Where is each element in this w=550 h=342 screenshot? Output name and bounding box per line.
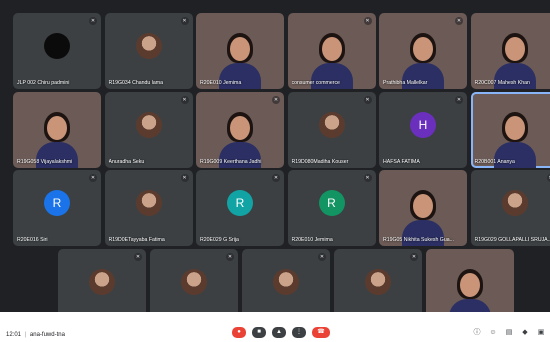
chat-icon: ▤ [505, 329, 513, 336]
participant-tile[interactable]: ✕ Anuradha Seku [104, 92, 193, 168]
mic-off-icon: ✕ [89, 17, 97, 25]
participant-tile[interactable]: R20B001 Ananya [470, 92, 550, 168]
meeting-time: 12:01 [6, 332, 22, 338]
participant-tile[interactable]: R19G058 Vijayalakshmi [13, 92, 101, 168]
mic-button[interactable]: ● [232, 327, 246, 338]
participant-tile[interactable]: R ✕ R20E010 Jemima [287, 170, 376, 246]
activities-icon: ◆ [522, 329, 528, 336]
participant-tile[interactable]: ✕ R19G029 GOLLAPALLI SRUJA... [470, 170, 550, 246]
participant-name: Anuradha Seku [108, 159, 145, 165]
participant-tile[interactable]: H ✕ HAFSA FATIMA [379, 92, 467, 168]
present-button[interactable]: ▲ [272, 327, 286, 338]
mic-off-icon: ✕ [410, 253, 418, 261]
mic-off-icon: ✕ [455, 17, 463, 25]
participant-photo [365, 269, 391, 296]
end-call-button[interactable]: ☎ [312, 327, 330, 338]
participant-tile[interactable]: R20E010 Jemima [196, 13, 284, 89]
mic-off-icon: ✕ [318, 253, 326, 261]
mic-off-icon: ✕ [272, 96, 280, 104]
mic-off-icon: ✕ [89, 174, 97, 182]
participant-photo [135, 112, 162, 139]
more-options-button[interactable]: ⋮ [292, 327, 306, 338]
participant-name: Prathibha Mallelkar [383, 80, 428, 86]
chat-button[interactable]: ▤ [504, 328, 514, 338]
participant-name: R19G029 GOLLAPALLI SRUJA... [474, 237, 550, 243]
participant-name: R19G034 Chandu lama [108, 80, 164, 86]
participant-name: R20B001 Ananya [474, 159, 515, 165]
participant-name: HAFSA FATIMA [383, 159, 420, 165]
participant-name: R20E029 G Srija [200, 237, 239, 243]
separator: | [24, 332, 27, 338]
meeting-info: 12:01 | ana-fuwd-tna [6, 332, 65, 338]
participant-name: consumer commerce [291, 80, 340, 86]
participant-photo [273, 269, 299, 296]
participant-tile[interactable]: ✕ R19D080Madiha Kouser [287, 92, 376, 168]
participant-tile[interactable]: R19G05 Nikhita Sukesh Gua... [379, 170, 467, 246]
participant-photo [135, 190, 162, 217]
mic-off-icon: ✕ [180, 174, 189, 182]
participant-avatar [44, 33, 70, 60]
participant-name: R20C007 Mahesh Khan [474, 80, 530, 86]
host-controls-button[interactable]: ▣ [536, 328, 546, 338]
camera-button[interactable]: ■ [252, 327, 266, 338]
participant-tile[interactable]: ✕ consumer commerce [287, 13, 376, 89]
participant-name: R19D080Madiha Kouser [291, 159, 349, 165]
end-call-icon: ☎ [317, 329, 325, 335]
participant-avatar: H [410, 112, 436, 139]
participant-tile[interactable]: ✕ R19G034 Chandu lama [104, 13, 193, 89]
activities-button[interactable]: ◆ [520, 328, 530, 338]
meeting-stage: ✕ JLP 002 Chiru padmini ✕ R19G034 Chandu la… [0, 0, 550, 342]
participant-tile[interactable]: R ✕ R20E029 G Srija [196, 170, 284, 246]
participant-name: R20E010 Jemima [200, 80, 242, 86]
mic-icon: ● [237, 329, 241, 335]
participant-name: R19G05 Nikhita Sukesh Gua... [383, 237, 454, 243]
meeting-code: ana-fuwd-tna [29, 332, 65, 338]
people-button[interactable]: ☺ [488, 328, 498, 338]
mic-off-icon: ✕ [180, 96, 189, 104]
participant-tile[interactable]: R20C007 Mahesh Khan [470, 13, 550, 89]
mic-off-icon: ✕ [180, 17, 189, 25]
more-icon: ⋮ [296, 329, 302, 335]
participant-name: R20E010 Jemima [291, 237, 333, 243]
present-icon: ▲ [276, 329, 282, 335]
bottom-toolbar: 12:01 | ana-fuwd-tna ● ■ ▲ ⋮ ☎ ⓘ ☺ ▤ ◆ ▣ [0, 312, 550, 342]
participant-tile[interactable]: ✕ JLP 002 Chiru padmini [13, 13, 101, 89]
participant-photo [135, 33, 162, 60]
mic-off-icon: ✕ [226, 253, 234, 261]
participant-tile[interactable]: ✕ R19G009 Keerthana Jadhi [196, 92, 284, 168]
mic-off-icon: ✕ [455, 96, 463, 104]
participant-tile[interactable]: R ✕ R20E016 Siri [13, 170, 101, 246]
mic-off-icon: ✕ [272, 174, 280, 182]
participant-name: R19G058 Vijayalakshmi [17, 159, 73, 165]
lock-icon: ▣ [537, 329, 545, 336]
participant-name: R19D0ETayyaba Fatima [108, 237, 165, 243]
participant-photo [181, 269, 207, 296]
mic-off-icon: ✕ [363, 96, 372, 104]
participant-avatar: R [44, 190, 70, 217]
mic-off-icon: ✕ [546, 174, 550, 182]
participant-name: JLP 002 Chiru padmini [17, 80, 70, 86]
camera-icon: ■ [257, 329, 261, 335]
participant-tile[interactable]: ✕ R19D0ETayyaba Fatima [104, 170, 193, 246]
info-icon: ⓘ [473, 329, 481, 336]
participant-name: R20E016 Siri [17, 237, 48, 243]
participant-photo [318, 112, 345, 139]
meeting-details-button[interactable]: ⓘ [472, 328, 482, 338]
participant-name: R19G009 Keerthana Jadhi [200, 159, 262, 165]
mic-off-icon: ✕ [363, 17, 372, 25]
participant-tile[interactable]: ✕ Prathibha Mallelkar [379, 13, 467, 89]
participant-avatar: R [318, 190, 345, 217]
participant-photo [89, 269, 115, 296]
participant-avatar: R [227, 190, 253, 217]
mic-off-icon: ✕ [363, 174, 372, 182]
participant-photo [501, 190, 528, 217]
people-icon: ☺ [489, 329, 497, 336]
mic-off-icon: ✕ [134, 253, 142, 261]
